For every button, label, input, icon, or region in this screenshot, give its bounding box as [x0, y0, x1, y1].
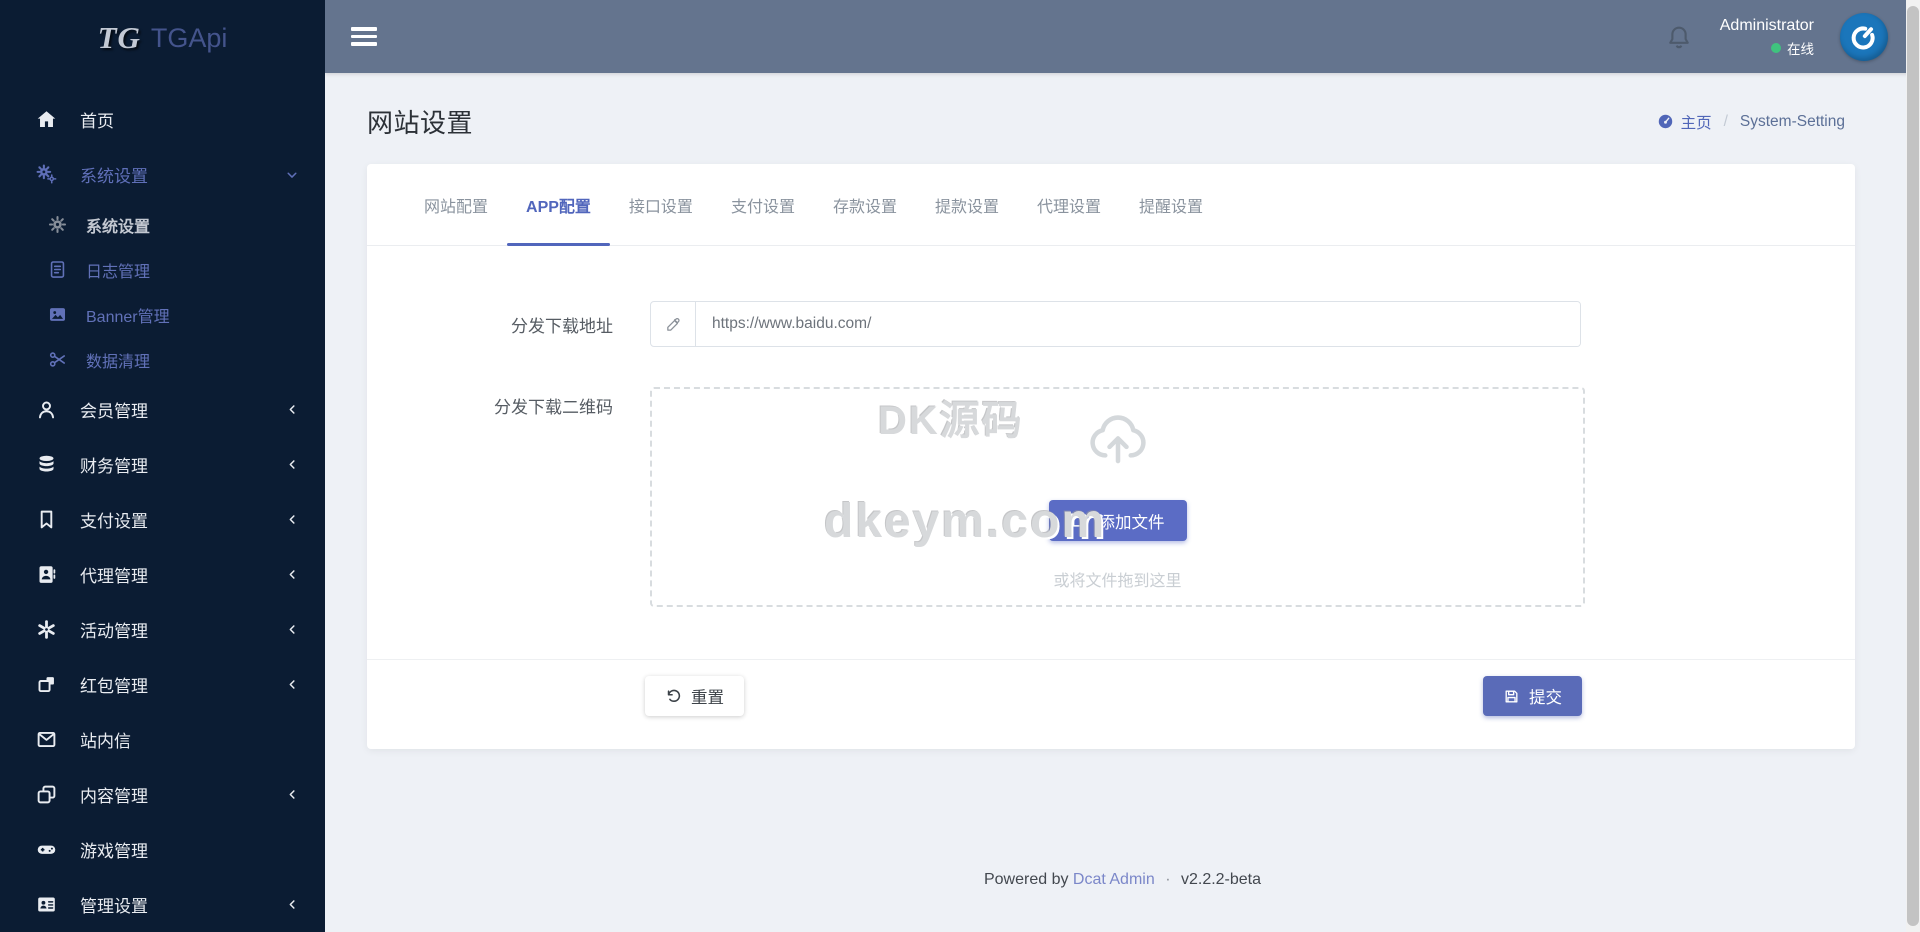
chevron-left-icon	[285, 898, 299, 911]
undo-icon	[667, 689, 681, 702]
save-icon	[1505, 690, 1518, 702]
chevron-down-icon	[285, 168, 299, 182]
tab-payment-settings[interactable]: 支付设置	[712, 164, 814, 245]
user-icon	[34, 399, 58, 420]
version-text: v2.2.2-beta	[1180, 871, 1262, 888]
page-footer: Powered by Dcat Admin · v2.2.2-beta	[325, 871, 1920, 889]
chevron-left-icon	[285, 513, 299, 526]
burst-icon	[34, 619, 58, 640]
download-url-input[interactable]	[696, 302, 1580, 346]
chevron-left-icon	[285, 403, 299, 416]
sidebar-subitem-system-settings[interactable]: 系统设置	[0, 202, 325, 247]
settings-tabs: 网站配置 APP配置 接口设置 支付设置 存款设置 提款设置 代理设置 提醒设置	[367, 164, 1855, 246]
sidebar-subitem-log-management[interactable]: 日志管理	[0, 247, 325, 292]
tab-agent-settings[interactable]: 代理设置	[1018, 164, 1120, 245]
chevron-left-icon	[285, 623, 299, 636]
home-icon	[34, 109, 58, 130]
scrollbar-track	[1906, 0, 1920, 932]
download-url-input-group	[650, 301, 1581, 347]
sidebar: TG TGApi 首页 系统设置 系统设置 日志管理 Banner管理 数据清理…	[0, 0, 325, 932]
dashboard-icon	[1658, 114, 1672, 129]
notifications-bell-icon[interactable]	[1664, 22, 1694, 52]
envelope-icon	[34, 729, 58, 750]
sidebar-item-system-settings[interactable]: 系统设置	[0, 147, 325, 202]
image-icon	[46, 305, 68, 324]
gamepad-icon	[34, 839, 58, 860]
tab-deposit-settings[interactable]: 存款设置	[814, 164, 916, 245]
sidebar-item-agent-management[interactable]: 代理管理	[0, 547, 325, 602]
tab-api-settings[interactable]: 接口设置	[610, 164, 712, 245]
submit-button[interactable]: 提交	[1483, 676, 1582, 716]
file-lines-icon	[46, 260, 68, 279]
pencil-icon	[651, 302, 696, 346]
page-title: 网站设置	[367, 108, 474, 138]
breadcrumb-home-link[interactable]: 主页	[1657, 111, 1712, 133]
folder-icon	[1072, 514, 1087, 527]
database-icon	[34, 454, 58, 475]
powered-by-text: Powered by	[983, 871, 1069, 888]
address-book-icon	[34, 564, 58, 585]
copy-icon	[34, 784, 58, 805]
cogs-icon	[34, 164, 58, 185]
chevron-left-icon	[285, 678, 299, 691]
scissors-icon	[46, 350, 68, 369]
tab-reminder-settings[interactable]: 提醒设置	[1120, 164, 1222, 245]
footer-separator: ·	[1165, 871, 1171, 888]
logo-title: TGApi	[150, 22, 228, 53]
cubes-icon	[34, 674, 58, 695]
scrollbar-thumb[interactable]	[1907, 6, 1919, 926]
settings-card: 网站配置 APP配置 接口设置 支付设置 存款设置 提款设置 代理设置 提醒设置…	[367, 164, 1855, 749]
sidebar-subitem-banner-management[interactable]: Banner管理	[0, 292, 325, 337]
form-footer: 重置 提交	[367, 659, 1855, 716]
sidebar-item-member-management[interactable]: 会员管理	[0, 382, 325, 437]
tab-app-config[interactable]: APP配置	[507, 164, 610, 246]
user-name: Administrator	[1719, 16, 1814, 34]
id-card-icon	[34, 894, 58, 915]
breadcrumb: 主页 / System-Setting	[1657, 111, 1845, 133]
main-content: 网站设置 主页 / System-Setting 网站配置 APP配置 接口设置…	[325, 73, 1920, 932]
sidebar-item-redpacket-management[interactable]: 红包管理	[0, 657, 325, 712]
sidebar-item-payment-settings[interactable]: 支付设置	[0, 492, 325, 547]
download-url-label: 分发下载地址	[511, 316, 613, 336]
online-status-label: 在线	[1787, 41, 1814, 57]
bookmark-icon	[34, 509, 58, 530]
drag-hint-text: 或将文件拖到这里	[1053, 573, 1182, 590]
power-icon	[1851, 25, 1875, 49]
file-upload-dropzone[interactable]: 添加文件 或将文件拖到这里	[650, 387, 1585, 607]
cloud-upload-icon	[1084, 403, 1152, 476]
sidebar-item-site-mail[interactable]: 站内信	[0, 712, 325, 767]
chevron-left-icon	[285, 458, 299, 471]
online-dot	[1771, 42, 1781, 53]
breadcrumb-current: System-Setting	[1739, 112, 1845, 130]
avatar[interactable]	[1840, 12, 1888, 61]
sidebar-subitem-data-cleanup[interactable]: 数据清理	[0, 337, 325, 382]
chevron-left-icon	[285, 568, 299, 581]
sidebar-toggle-button[interactable]	[351, 23, 377, 50]
sidebar-item-game-management[interactable]: 游戏管理	[0, 822, 325, 877]
sidebar-item-activity-management[interactable]: 活动管理	[0, 602, 325, 657]
reset-button[interactable]: 重置	[645, 676, 744, 716]
breadcrumb-separator: /	[1723, 112, 1728, 130]
sidebar-item-admin-settings[interactable]: 管理设置	[0, 877, 325, 932]
app-logo[interactable]: TG TGApi	[0, 0, 325, 76]
logo-mark: TG	[97, 20, 141, 55]
sidebar-item-home[interactable]: 首页	[0, 92, 325, 147]
tab-website-config[interactable]: 网站配置	[405, 164, 507, 245]
sidebar-item-content-management[interactable]: 内容管理	[0, 767, 325, 822]
add-file-button[interactable]: 添加文件	[1048, 500, 1187, 541]
topbar: Administrator 在线	[325, 0, 1920, 73]
sidebar-nav: 首页 系统设置 系统设置 日志管理 Banner管理 数据清理 会员管理 财务管…	[0, 76, 325, 932]
gear-icon	[46, 215, 68, 234]
sidebar-item-finance-management[interactable]: 财务管理	[0, 437, 325, 492]
qrcode-label: 分发下载二维码	[494, 398, 613, 417]
user-menu[interactable]: Administrator 在线	[1720, 16, 1814, 58]
tab-withdrawal-settings[interactable]: 提款设置	[916, 164, 1018, 245]
chevron-left-icon	[285, 788, 299, 801]
dcat-admin-link[interactable]: Dcat Admin	[1073, 871, 1155, 888]
